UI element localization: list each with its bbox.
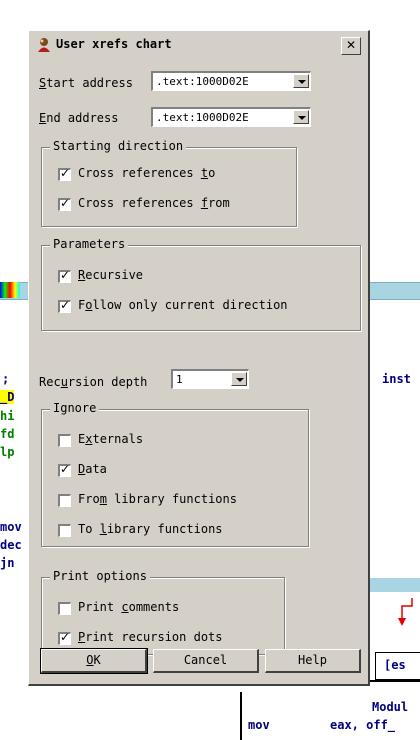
- from-library-functions-label[interactable]: From library functions: [78, 492, 237, 506]
- color-palette-icon: [0, 282, 20, 298]
- data-checkbox[interactable]: [58, 462, 71, 477]
- code-fragment-mov: mov: [0, 520, 22, 534]
- recursive-checkbox[interactable]: [58, 268, 71, 283]
- code-fragment-modul: Modul: [372, 700, 409, 714]
- code-fragment-3: lp: [0, 445, 15, 459]
- cross-references-to-label[interactable]: Cross references to: [78, 166, 215, 180]
- chevron-down-icon[interactable]: [293, 110, 309, 124]
- end-address-value: .text:1000D02E: [156, 111, 249, 124]
- cancel-button[interactable]: Cancel: [153, 649, 259, 673]
- print-recursion-dots-checkbox[interactable]: [58, 630, 71, 645]
- code-fragment-bottom-mov: mov: [248, 718, 270, 732]
- code-fragment-1: hi: [0, 409, 15, 423]
- ignore-group: Ignore Externals Data From library funct…: [41, 401, 309, 547]
- recursion-depth-label: Recursion depth: [39, 375, 148, 389]
- externals-label[interactable]: Externals: [78, 432, 143, 446]
- ignore-title: Ignore: [50, 401, 100, 415]
- dialog-title: User xrefs chart: [56, 37, 172, 51]
- start-address-label: Start address: [39, 76, 133, 90]
- code-fragment-inst: inst: [382, 372, 411, 386]
- code-fragment-jnz: jn: [0, 556, 15, 570]
- to-library-functions-checkbox[interactable]: [58, 524, 71, 537]
- user-xrefs-chart-dialog: User xrefs chart ✕ Start address .text:1…: [28, 30, 370, 686]
- code-fragment-dec: dec: [0, 538, 22, 552]
- cross-references-from-checkbox[interactable]: [58, 196, 71, 211]
- dialog-titlebar[interactable]: User xrefs chart ✕: [32, 34, 365, 56]
- recursive-label[interactable]: Recursive: [78, 268, 143, 282]
- chevron-down-icon[interactable]: [293, 74, 309, 88]
- to-library-functions-label[interactable]: To library functions: [78, 522, 223, 536]
- code-fragment-bottom-operand: eax, off_: [330, 718, 396, 732]
- recursion-depth-value: 1: [176, 373, 183, 386]
- print-comments-label[interactable]: Print comments: [78, 600, 179, 614]
- starting-direction-group: Starting direction Cross references to C…: [41, 139, 297, 227]
- code-fragment-semicolon: ;: [2, 372, 10, 386]
- start-address-value: .text:1000D02E: [156, 75, 249, 88]
- app-icon: [38, 38, 50, 52]
- externals-checkbox[interactable]: [58, 434, 71, 447]
- parameters-group: Parameters Recursive Follow only current…: [41, 237, 361, 331]
- code-fragment-2: fd: [0, 427, 15, 441]
- print-comments-checkbox[interactable]: [58, 602, 71, 615]
- code-fragment-esp: [es: [384, 658, 406, 672]
- follow-current-direction-label[interactable]: Follow only current direction: [78, 298, 288, 312]
- follow-current-direction-checkbox[interactable]: [58, 298, 71, 313]
- starting-direction-title: Starting direction: [50, 139, 187, 153]
- start-address-combo[interactable]: .text:1000D02E: [151, 71, 311, 91]
- recursion-depth-combo[interactable]: 1: [171, 369, 249, 389]
- print-options-title: Print options: [50, 569, 150, 583]
- flow-arrow-icon: [398, 598, 413, 626]
- cross-references-from-label[interactable]: Cross references from: [78, 196, 230, 210]
- close-button[interactable]: ✕: [341, 37, 361, 55]
- from-library-functions-checkbox[interactable]: [58, 494, 71, 507]
- print-options-group: Print options Print comments Print recur…: [41, 569, 285, 655]
- end-address-combo[interactable]: .text:1000D02E: [151, 107, 311, 127]
- parameters-title: Parameters: [50, 237, 129, 251]
- code-fragment-label: _D: [0, 390, 15, 404]
- ok-button[interactable]: OK: [40, 648, 148, 674]
- cross-references-to-checkbox[interactable]: [58, 166, 71, 181]
- chevron-down-icon[interactable]: [231, 372, 247, 386]
- data-label[interactable]: Data: [78, 462, 107, 476]
- print-recursion-dots-label[interactable]: Print recursion dots: [78, 630, 223, 644]
- help-button[interactable]: Help: [265, 649, 361, 673]
- end-address-label: End address: [39, 111, 119, 125]
- background-window: [0, 0, 30, 740]
